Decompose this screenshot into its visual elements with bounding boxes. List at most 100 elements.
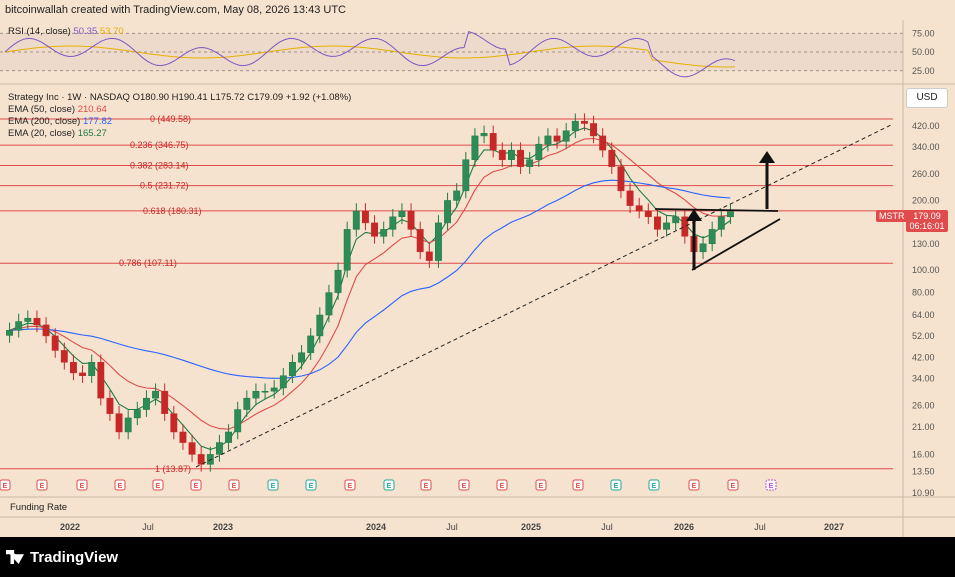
brand-name: TradingView — [30, 549, 119, 566]
candle-body — [653, 216, 661, 230]
rsi-legend: RSI (14, close) 50.35 53.70 — [8, 26, 124, 37]
candle-body — [580, 120, 588, 124]
candle-body — [635, 205, 643, 212]
candle-body — [88, 362, 96, 376]
rsi-panel: 75.00 50.00 25.00 — [0, 28, 935, 78]
candle-body — [434, 222, 442, 261]
candle-body — [152, 390, 160, 399]
candle-body — [170, 413, 178, 433]
candle-body — [97, 362, 105, 399]
candle-body — [498, 149, 506, 160]
candle-body — [15, 321, 23, 331]
candle-body — [380, 229, 388, 237]
y-tick-label: 260.00 — [912, 169, 940, 179]
candle-body — [6, 330, 14, 336]
x-tick-label: 2025 — [521, 522, 541, 532]
candle-body — [672, 216, 680, 224]
earnings-marker-label: E — [614, 483, 619, 490]
x-tick-label: 2023 — [213, 522, 233, 532]
y-tick-label: 200.00 — [912, 195, 940, 205]
candle-body — [590, 123, 598, 137]
earnings-marker-label: E — [40, 483, 45, 490]
candle-body — [343, 229, 351, 271]
earnings-marker-label: E — [769, 483, 774, 490]
candle-body — [33, 317, 41, 326]
earnings-marker-label: E — [539, 483, 544, 490]
x-axis: 2022 Jul 2023 2024 Jul 2025 Jul 2026 Jul 2027 — [60, 522, 844, 532]
candlesticks — [6, 113, 734, 472]
earnings-marker-label: E — [731, 483, 736, 490]
rsi-label: RSI (14, close) — [8, 26, 71, 37]
trendline-drawings — [195, 123, 894, 468]
earnings-marker-label: E — [462, 483, 467, 490]
candle-body — [316, 314, 324, 337]
candle-body — [717, 216, 725, 230]
candle-body — [124, 417, 132, 433]
ema20-value: 165.27 — [77, 128, 107, 139]
y-axis: 520.00420.00340.00260.00200.00160.00130.… — [912, 99, 940, 498]
candle-body — [699, 243, 707, 253]
candle-body — [24, 317, 32, 322]
candle-body — [471, 135, 479, 160]
dashed-trendline — [195, 123, 894, 468]
candle-body — [371, 222, 379, 237]
candle-body — [243, 397, 251, 410]
chart-canvas: 0 (449.58)0.236 (346.75)0.382 (283.14)0.… — [0, 20, 955, 537]
fib-label: 0.618 (180.31) — [143, 206, 202, 216]
candle-body — [307, 335, 315, 353]
earnings-marker-label: E — [80, 483, 85, 490]
earnings-marker-label: E — [692, 483, 697, 490]
candle-body — [69, 362, 77, 374]
candle-body — [270, 387, 278, 392]
tradingview-icon — [6, 550, 24, 564]
candle-body — [416, 229, 424, 253]
tradingview-logo[interactable]: TradingView — [6, 549, 118, 566]
candle-body — [325, 292, 333, 316]
candle-body — [571, 120, 579, 132]
last-price: 179.09 — [913, 211, 941, 221]
candle-body — [142, 397, 150, 410]
ema50-label[interactable]: EMA (50, close) — [8, 104, 75, 115]
main-legend: Strategy Inc · 1W · NASDAQ O180.90 H190.… — [8, 92, 351, 140]
earnings-marker-label: E — [156, 483, 161, 490]
candle-body — [288, 362, 296, 376]
rsi-ma-value: 53.70 — [99, 26, 124, 37]
y-tick-label: 64.00 — [912, 310, 935, 320]
candle-body — [726, 211, 734, 218]
ticker-tag: MSTR — [876, 210, 908, 222]
rsi-axis-tick: 75.00 — [912, 28, 935, 38]
y-tick-label: 52.00 — [912, 331, 935, 341]
y-tick-label: 42.00 — [912, 352, 935, 362]
candle-body — [407, 210, 415, 230]
earnings-marker-label: E — [424, 483, 429, 490]
fib-label: 0.5 (231.72) — [140, 181, 189, 191]
candle-body — [334, 269, 342, 293]
fib-label: 0.382 (283.14) — [130, 161, 189, 171]
earnings-marker-label: E — [348, 483, 353, 490]
symbol-title[interactable]: Strategy Inc · 1W · NASDAQ — [8, 92, 130, 103]
candle-body — [179, 431, 187, 443]
y-tick-label: 34.00 — [912, 374, 935, 384]
candle-body — [608, 149, 616, 167]
earnings-marker-label: E — [500, 483, 505, 490]
y-tick-label: 26.00 — [912, 401, 935, 411]
fib-lines: 0 (449.58)0.236 (346.75)0.382 (283.14)0.… — [0, 114, 893, 474]
candle-body — [106, 397, 114, 414]
candle-body — [517, 149, 525, 167]
candle-body — [215, 442, 223, 455]
earnings-marker-label: E — [652, 483, 657, 490]
candle-body — [279, 375, 287, 389]
candle-body — [462, 159, 470, 192]
funding-rate-label[interactable]: Funding Rate — [10, 502, 67, 513]
rsi-axis-tick: 50.00 — [912, 47, 935, 57]
candle-body — [115, 413, 123, 433]
ema200-label[interactable]: EMA (200, close) — [8, 116, 80, 127]
fib-label: 0.786 (107.11) — [119, 258, 177, 268]
x-tick-label: 2024 — [366, 522, 386, 532]
candle-body — [626, 190, 634, 206]
candle-body — [562, 130, 570, 142]
ema20-label[interactable]: EMA (20, close) — [8, 128, 75, 139]
candle-body — [206, 454, 214, 465]
currency-button[interactable]: USD — [906, 88, 948, 108]
candle-body — [425, 251, 433, 261]
